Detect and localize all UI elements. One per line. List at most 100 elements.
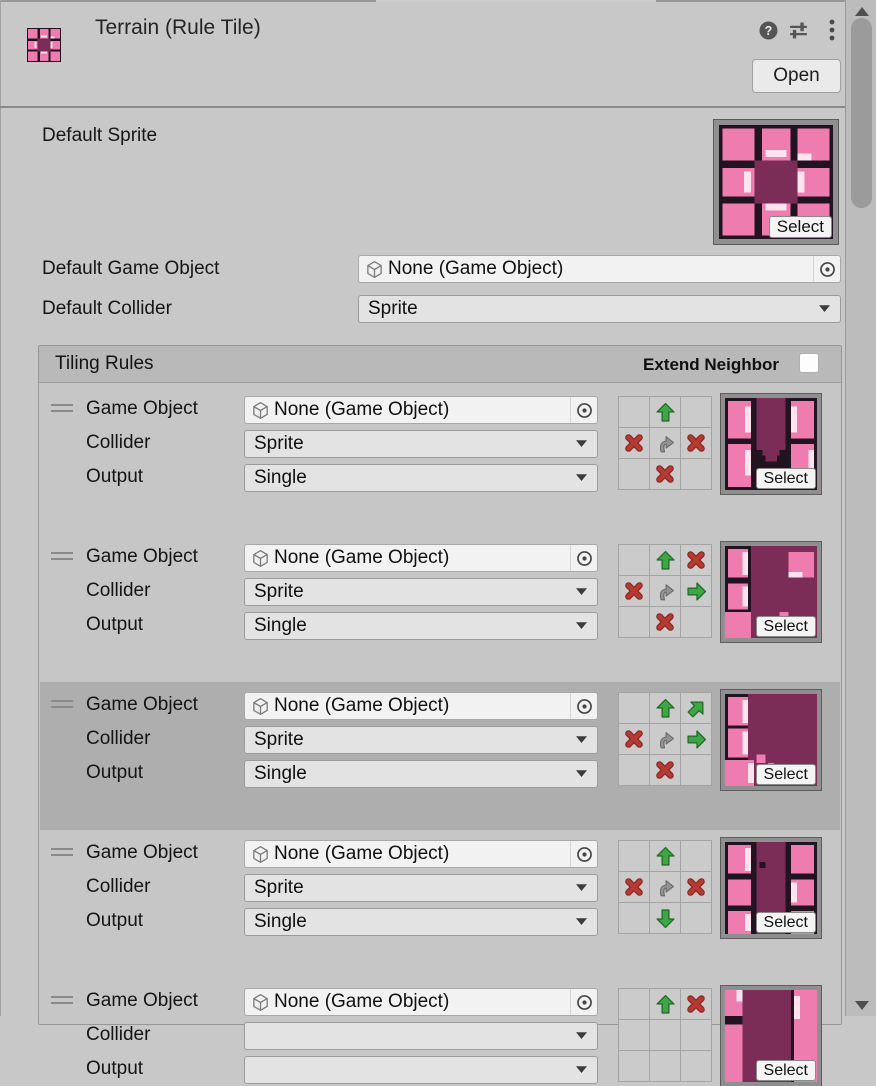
- rule-output-dropdown[interactable]: Single: [244, 464, 598, 492]
- neighbor-not-this-icon[interactable]: [650, 607, 680, 637]
- object-picker-icon[interactable]: [570, 693, 597, 719]
- rule-collider-dropdown[interactable]: Sprite: [244, 578, 598, 606]
- neighbor-cell-empty[interactable]: [681, 607, 711, 637]
- scroll-down-arrow-icon[interactable]: [855, 1001, 869, 1010]
- neighbor-cell-empty[interactable]: [619, 1020, 649, 1050]
- neighbor-cell-empty[interactable]: [619, 841, 649, 871]
- object-picker-icon[interactable]: [570, 545, 597, 571]
- rotation-icon[interactable]: [650, 576, 680, 606]
- select-sprite-button[interactable]: Select: [756, 764, 816, 785]
- neighbor-arrow-up-icon[interactable]: [650, 545, 680, 575]
- tiling-rule-row[interactable]: Game Object Collider Output None (Game O…: [40, 692, 840, 788]
- object-picker-icon[interactable]: [570, 841, 597, 867]
- tiling-rule-row[interactable]: Game Object Collider Output None (Game O…: [40, 396, 840, 492]
- neighbor-arrow-down-icon[interactable]: [650, 903, 680, 933]
- neighbor-cell-empty[interactable]: [619, 459, 649, 489]
- neighbor-arrow-up-icon[interactable]: [650, 693, 680, 723]
- rule-collider-dropdown[interactable]: Sprite: [244, 874, 598, 902]
- tiling-rule-row[interactable]: Game Object Collider Output None (Game O…: [40, 840, 840, 936]
- tiling-rule-row[interactable]: Game Object Collider Output None (Game O…: [40, 988, 840, 1084]
- scrollbar-thumb[interactable]: [851, 18, 872, 208]
- neighbor-arrow-right-icon[interactable]: [681, 724, 711, 754]
- select-sprite-button[interactable]: Select: [756, 468, 816, 489]
- rule-sprite-preview[interactable]: Select: [721, 986, 821, 1086]
- neighbor-arrow-up-right-icon[interactable]: [681, 693, 711, 723]
- drag-handle-icon[interactable]: [51, 848, 73, 860]
- neighbor-not-this-icon[interactable]: [619, 724, 649, 754]
- drag-handle-icon[interactable]: [51, 700, 73, 712]
- drag-handle-icon[interactable]: [51, 996, 73, 1008]
- neighbor-cell-empty[interactable]: [619, 693, 649, 723]
- neighbor-cell-empty[interactable]: [681, 903, 711, 933]
- rule-sprite-preview[interactable]: Select: [721, 542, 821, 642]
- drag-handle-icon[interactable]: [51, 404, 73, 416]
- select-sprite-button[interactable]: Select: [756, 1060, 816, 1081]
- select-sprite-button[interactable]: Select: [769, 216, 832, 238]
- object-picker-icon[interactable]: [570, 989, 597, 1015]
- rule-output-dropdown[interactable]: Single: [244, 908, 598, 936]
- neighbor-cell-empty[interactable]: [619, 755, 649, 785]
- neighbor-arrow-up-icon[interactable]: [650, 989, 680, 1019]
- neighbor-cell-empty[interactable]: [619, 545, 649, 575]
- rotation-icon[interactable]: [650, 724, 680, 754]
- tiling-rule-row[interactable]: Game Object Collider Output None (Game O…: [40, 544, 840, 640]
- neighbor-cell-empty[interactable]: [681, 397, 711, 427]
- object-picker-icon[interactable]: [813, 256, 840, 282]
- neighbor-arrow-up-icon[interactable]: [650, 397, 680, 427]
- rule-collider-dropdown[interactable]: Sprite: [244, 726, 598, 754]
- rule-sprite-preview[interactable]: Select: [721, 838, 821, 938]
- help-icon[interactable]: ?: [756, 18, 780, 42]
- rotation-icon[interactable]: [650, 428, 680, 458]
- rule-game-object-field[interactable]: None (Game Object): [244, 988, 598, 1016]
- neighbor-cell-empty[interactable]: [619, 397, 649, 427]
- open-button[interactable]: Open: [752, 59, 841, 93]
- default-sprite-preview[interactable]: Select: [714, 120, 838, 244]
- neighbor-not-this-icon[interactable]: [681, 545, 711, 575]
- object-picker-icon[interactable]: [570, 397, 597, 423]
- neighbor-arrow-right-icon[interactable]: [681, 576, 711, 606]
- rule-game-object-label: Game Object: [86, 694, 198, 716]
- neighbor-not-this-icon[interactable]: [619, 576, 649, 606]
- default-game-object-field[interactable]: None (Game Object): [358, 255, 841, 283]
- rule-sprite-preview[interactable]: Select: [721, 690, 821, 790]
- neighbor-cell-empty[interactable]: [619, 903, 649, 933]
- neighbor-not-this-icon[interactable]: [681, 989, 711, 1019]
- vertical-scrollbar[interactable]: [846, 0, 876, 1016]
- neighbor-not-this-icon[interactable]: [619, 872, 649, 902]
- scroll-up-arrow-icon[interactable]: [855, 7, 869, 16]
- neighbor-cell-empty[interactable]: [650, 1051, 680, 1081]
- default-collider-dropdown[interactable]: Sprite: [358, 295, 841, 323]
- neighbor-cell-empty[interactable]: [681, 1051, 711, 1081]
- rule-collider-dropdown[interactable]: Sprite: [244, 430, 598, 458]
- neighbor-not-this-icon[interactable]: [681, 872, 711, 902]
- extend-neighbor-checkbox[interactable]: [799, 353, 819, 373]
- neighbor-cell-empty[interactable]: [650, 1020, 680, 1050]
- rule-output-dropdown[interactable]: [244, 1056, 598, 1084]
- neighbor-cell-empty[interactable]: [619, 989, 649, 1019]
- neighbor-arrow-up-icon[interactable]: [650, 841, 680, 871]
- neighbor-not-this-icon[interactable]: [681, 428, 711, 458]
- neighbor-cell-empty[interactable]: [681, 459, 711, 489]
- neighbor-not-this-icon[interactable]: [619, 428, 649, 458]
- neighbor-cell-empty[interactable]: [681, 755, 711, 785]
- presets-icon[interactable]: [786, 18, 810, 42]
- rotation-icon[interactable]: [650, 872, 680, 902]
- rule-output-dropdown[interactable]: Single: [244, 760, 598, 788]
- rule-sprite-preview[interactable]: Select: [721, 394, 821, 494]
- neighbor-cell-empty[interactable]: [681, 1020, 711, 1050]
- neighbor-cell-empty[interactable]: [619, 607, 649, 637]
- rule-collider-dropdown[interactable]: [244, 1022, 598, 1050]
- rule-game-object-field[interactable]: None (Game Object): [244, 692, 598, 720]
- rule-game-object-field[interactable]: None (Game Object): [244, 840, 598, 868]
- kebab-menu-icon[interactable]: [820, 18, 844, 42]
- select-sprite-button[interactable]: Select: [756, 912, 816, 933]
- rule-game-object-field[interactable]: None (Game Object): [244, 544, 598, 572]
- rule-output-dropdown[interactable]: Single: [244, 612, 598, 640]
- drag-handle-icon[interactable]: [51, 552, 73, 564]
- neighbor-not-this-icon[interactable]: [650, 459, 680, 489]
- neighbor-not-this-icon[interactable]: [650, 755, 680, 785]
- select-sprite-button[interactable]: Select: [756, 616, 816, 637]
- neighbor-cell-empty[interactable]: [681, 841, 711, 871]
- rule-game-object-field[interactable]: None (Game Object): [244, 396, 598, 424]
- neighbor-cell-empty[interactable]: [619, 1051, 649, 1081]
